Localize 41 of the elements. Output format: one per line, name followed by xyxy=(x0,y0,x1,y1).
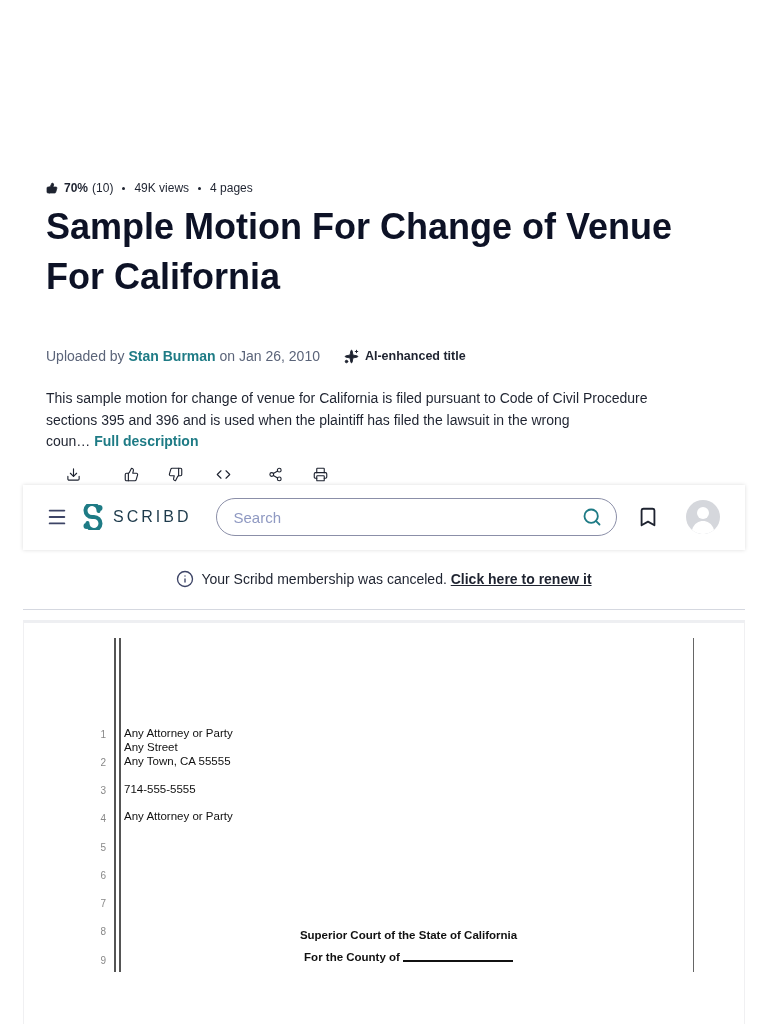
ai-badge-label: AI-enhanced title xyxy=(364,349,466,363)
address-line: Any Street xyxy=(124,739,178,754)
line-number: 4 xyxy=(100,812,106,827)
rating-percent: 70% xyxy=(64,181,89,195)
thumbs-down-icon[interactable] xyxy=(168,467,183,482)
page-count: 4 pages xyxy=(210,181,253,195)
line-number: 2 xyxy=(100,755,106,770)
address-line: Any Attorney or Party xyxy=(124,725,233,740)
line-number: 5 xyxy=(100,840,106,855)
line-number: 1 xyxy=(100,727,106,742)
full-description-link[interactable]: Full description xyxy=(94,433,199,449)
line-number: 6 xyxy=(100,868,106,883)
county-label: For the County of xyxy=(304,949,400,964)
line-number: 3 xyxy=(100,784,106,798)
search-field[interactable]: Search xyxy=(216,498,618,536)
renew-link[interactable]: Click here to renew it xyxy=(450,571,592,587)
logo-text[interactable]: SCRIBD xyxy=(113,508,192,526)
sparkle-icon xyxy=(343,348,359,364)
logo-icon[interactable] xyxy=(82,504,104,530)
thumbs-up-icon xyxy=(46,182,58,194)
download-icon[interactable] xyxy=(66,467,81,482)
party-line: Any Attorney or Party xyxy=(124,808,233,823)
view-count: 49K views xyxy=(134,181,190,195)
document-description: This sample motion for change of venue for California is filed pursuant to Code of Civil Procedure sections 395 and 396 and is used when the plaintiff has filed the lawsuit in the wrong coun… Full description xyxy=(46,389,648,451)
rating-count: (10) xyxy=(92,181,114,195)
thumbs-up-icon[interactable] xyxy=(124,467,139,482)
document-title: Sample Motion For Change of Venue For California xyxy=(46,205,674,299)
info-icon xyxy=(176,570,195,588)
address-line: Any Town, CA 55555 xyxy=(124,753,231,768)
upload-info: Uploaded by Stan Burman on Jan 26, 2010 xyxy=(46,348,320,364)
line-number: 7 xyxy=(100,897,106,911)
author-link[interactable]: Stan Burman xyxy=(128,348,216,364)
search-icon[interactable] xyxy=(582,507,603,527)
membership-notice: Your Scribd membership was canceled. Click here to renew it xyxy=(201,571,592,587)
phone-number: 714-555-5555 xyxy=(124,781,196,796)
court-name: Superior Court of the State of California xyxy=(299,927,518,942)
code-icon[interactable] xyxy=(216,467,231,482)
share-icon[interactable] xyxy=(268,467,283,482)
line-number: 9 xyxy=(100,953,106,968)
printer-icon[interactable] xyxy=(313,467,328,482)
line-number: 8 xyxy=(100,925,106,940)
